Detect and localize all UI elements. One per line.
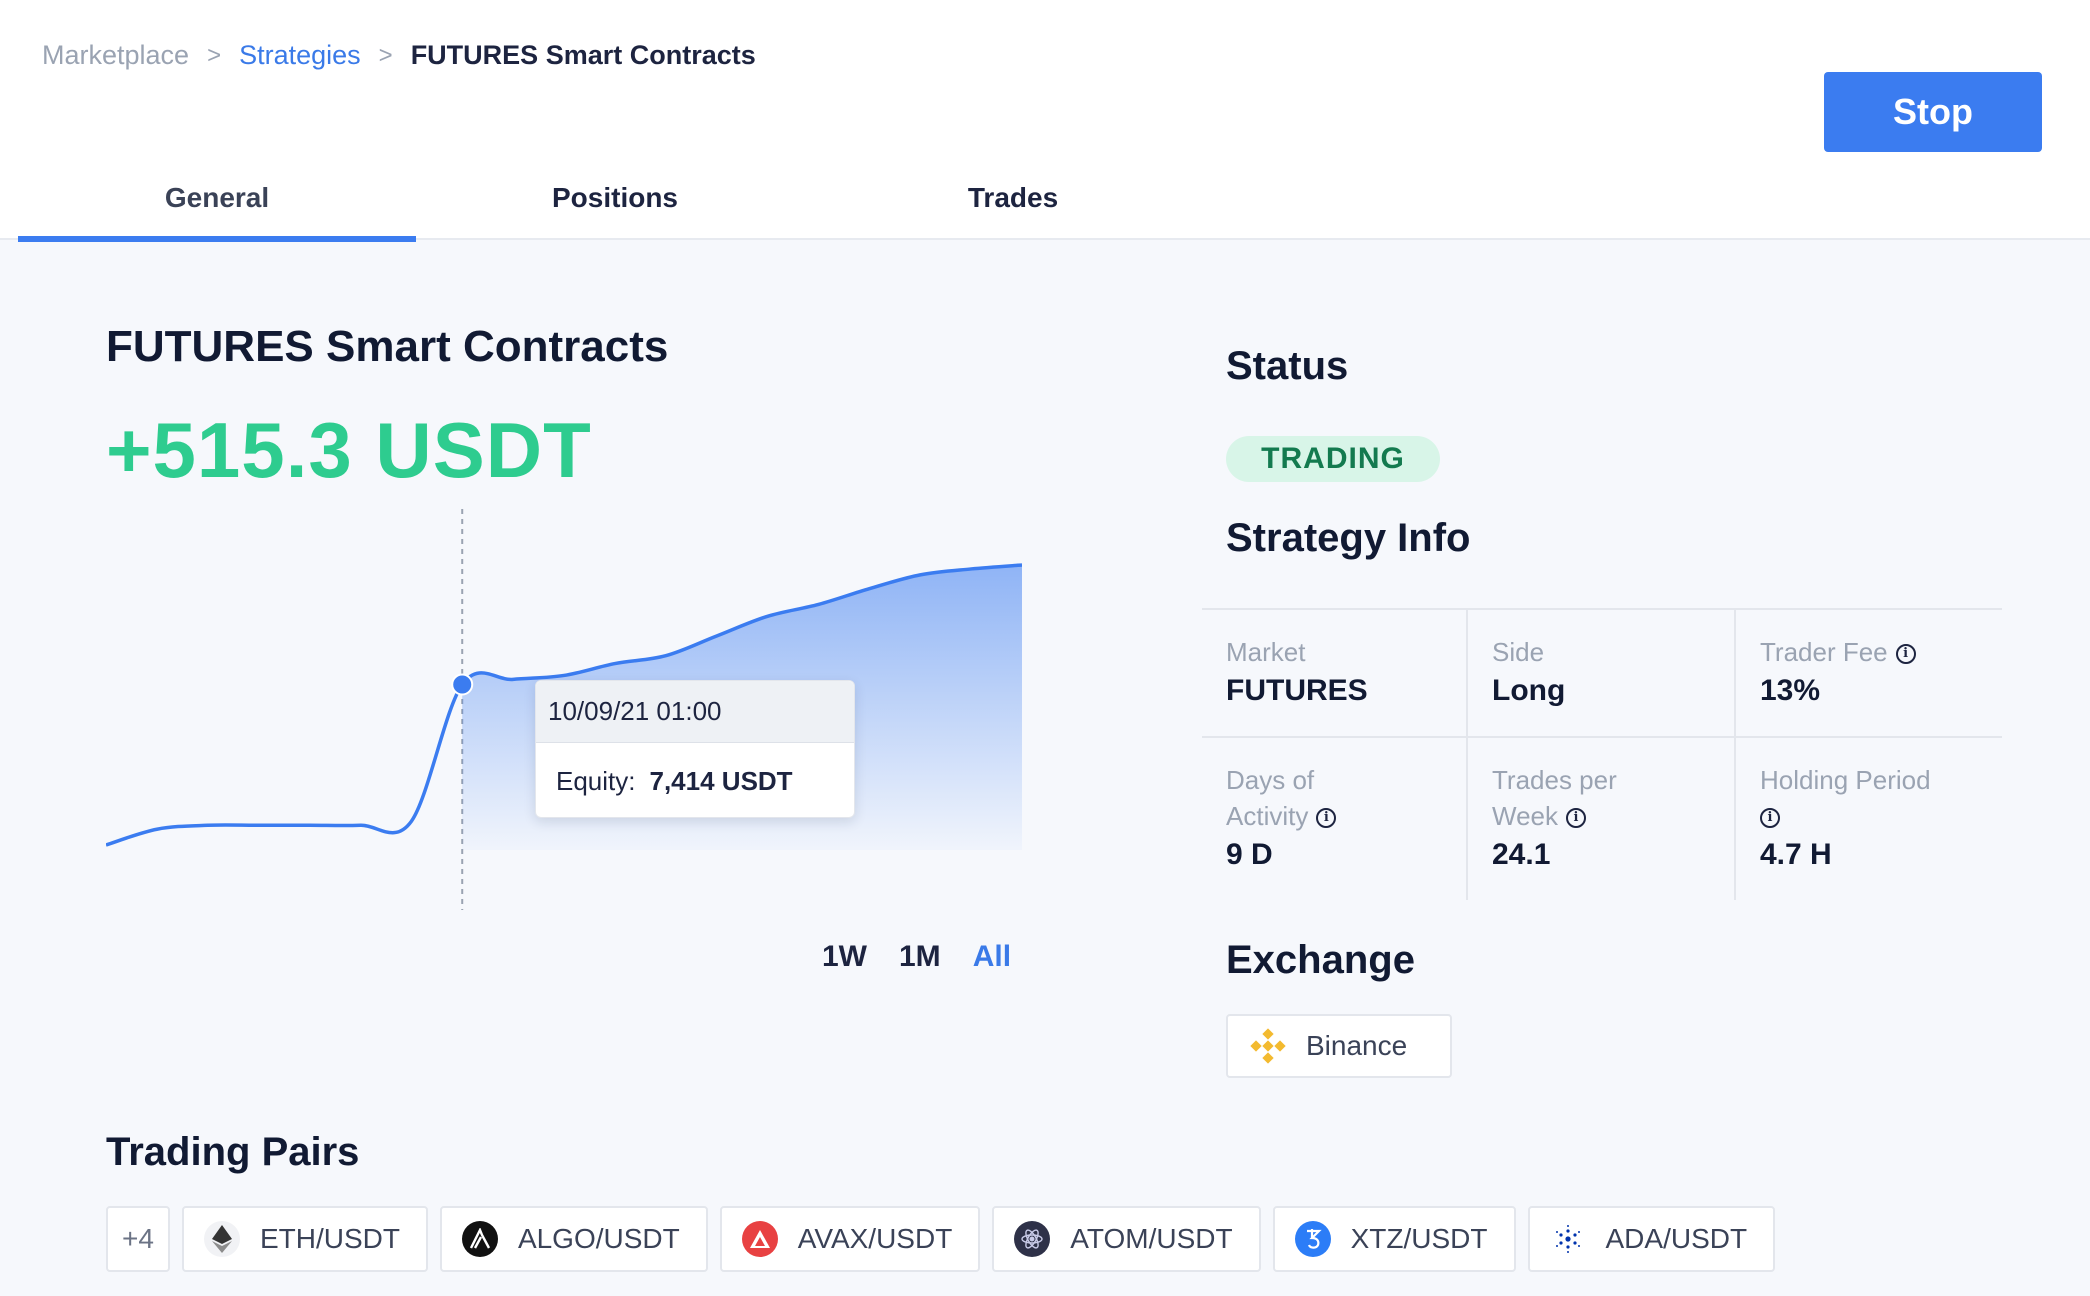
strategy-info-grid: Market FUTURES Side Long Trader Fee i 13%… [1202, 608, 2002, 900]
breadcrumb-separator: > [378, 41, 393, 69]
range-all[interactable]: All [973, 940, 1011, 974]
info-tpw-value: 24.1 [1492, 838, 1551, 871]
info-trader-fee-text: Trader Fee [1760, 637, 1888, 667]
tooltip-date: 10/09/21 01:00 [536, 681, 854, 743]
range-selector: 1W 1M All [822, 940, 1011, 974]
atom-icon [1014, 1221, 1051, 1257]
info-market-label: Market [1226, 637, 1306, 667]
breadcrumb-strategies[interactable]: Strategies [239, 40, 361, 71]
status-heading: Status [1226, 344, 1349, 388]
breadcrumb-separator: > [207, 41, 222, 69]
stop-button[interactable]: Stop [1824, 72, 2042, 152]
pair-label: ADA/USDT [1605, 1223, 1748, 1254]
chart-highlight-point[interactable] [451, 673, 474, 696]
binance-icon [1250, 1028, 1286, 1064]
avax-icon [741, 1221, 778, 1257]
tooltip-value: 7,414 USDT [649, 765, 793, 796]
range-1w[interactable]: 1W [822, 940, 867, 974]
pair-chip[interactable]: ETH/USDT [181, 1206, 428, 1272]
chart-tooltip: 10/09/21 01:00 Equity: 7,414 USDT [535, 680, 855, 818]
info-hold-icon-row: i [1760, 798, 1931, 834]
exchange-chip-binance[interactable]: Binance [1226, 1014, 1452, 1078]
info-icon[interactable]: i [1566, 808, 1586, 829]
info-icon[interactable]: i [1895, 644, 1916, 665]
info-trader-fee: Trader Fee i 13% [1736, 634, 1916, 708]
ada-icon [1549, 1221, 1586, 1257]
trading-pairs-list: +4 ETH/USDT ALGO/USDT AVAX/USDT ATOM/USD… [106, 1206, 1776, 1272]
info-hold-value: 4.7 H [1760, 838, 1832, 871]
info-trades-per-week: Trades per Week i 24.1 [1468, 762, 1617, 872]
algo-icon [461, 1221, 498, 1257]
breadcrumb-current: FUTURES Smart Contracts [410, 40, 756, 70]
pair-chip[interactable]: ATOM/USDT [992, 1206, 1261, 1272]
xtz-icon [1294, 1221, 1331, 1257]
info-side: Side Long [1468, 634, 1565, 708]
strategy-info-heading: Strategy Info [1226, 516, 1471, 560]
range-1m[interactable]: 1M [899, 940, 941, 974]
tooltip-label: Equity: [556, 765, 636, 796]
info-days-value: 9 D [1226, 838, 1273, 871]
info-market: Market FUTURES [1202, 634, 1368, 708]
pair-label: ALGO/USDT [517, 1223, 680, 1254]
info-side-value: Long [1492, 674, 1566, 707]
pair-label: ETH/USDT [259, 1223, 400, 1254]
info-icon[interactable]: i [1760, 808, 1780, 829]
info-tpw-label-line2: Week i [1492, 798, 1617, 834]
exchange-heading: Exchange [1226, 938, 1415, 982]
info-hold-label: Holding Period [1760, 765, 1931, 795]
info-trader-fee-value: 13% [1760, 674, 1821, 707]
tab-trades[interactable]: Trades [814, 170, 1212, 240]
tab-positions[interactable]: Positions [416, 170, 814, 240]
info-holding-period: Holding Period i 4.7 H [1736, 762, 1931, 872]
info-tpw-text: Week [1492, 801, 1558, 831]
info-icon[interactable]: i [1316, 808, 1337, 829]
breadcrumb-marketplace[interactable]: Marketplace [42, 40, 189, 71]
breadcrumb: Marketplace > Strategies > FUTURES Smart… [42, 40, 756, 71]
pair-chip[interactable]: ALGO/USDT [439, 1206, 708, 1272]
pair-label: AVAX/USDT [797, 1223, 953, 1254]
tooltip-body: Equity: 7,414 USDT [536, 743, 854, 819]
info-days-label-line1: Days of [1226, 765, 1315, 795]
exchange-name: Binance [1306, 1030, 1408, 1061]
pair-chip[interactable]: ADA/USDT [1527, 1206, 1776, 1272]
pair-label: ATOM/USDT [1070, 1223, 1233, 1254]
info-days-activity: Days of Activity i 9 D [1202, 762, 1337, 872]
pair-chip[interactable]: XTZ/USDT [1272, 1206, 1516, 1272]
info-days-text: Activity [1226, 801, 1309, 831]
info-market-value: FUTURES [1226, 674, 1368, 707]
tab-bar: General Positions Trades [18, 170, 1212, 242]
status-badge: TRADING [1226, 436, 1440, 482]
pnl-value: +515.3 USDT [106, 406, 592, 494]
info-tpw-label-line1: Trades per [1492, 765, 1617, 795]
eth-icon [203, 1221, 240, 1257]
pair-label: XTZ/USDT [1350, 1223, 1488, 1254]
tab-general[interactable]: General [18, 170, 416, 242]
strategy-title: FUTURES Smart Contracts [106, 322, 669, 371]
more-pairs-button[interactable]: +4 [106, 1206, 170, 1272]
trading-pairs-heading: Trading Pairs [106, 1130, 360, 1174]
info-trader-fee-label: Trader Fee i [1760, 634, 1916, 670]
info-days-label-line2: Activity i [1226, 798, 1337, 834]
grid-divider [1202, 736, 2002, 738]
info-side-label: Side [1492, 637, 1545, 667]
top-bar: Marketplace > Strategies > FUTURES Smart… [0, 0, 2090, 242]
pair-chip[interactable]: AVAX/USDT [719, 1206, 981, 1272]
